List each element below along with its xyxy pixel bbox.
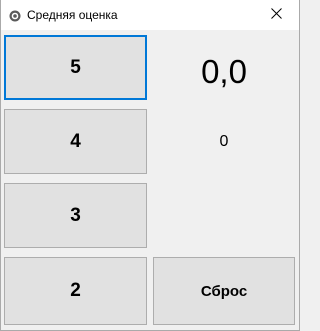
title-bar[interactable]: Средняя оценка [1,0,299,30]
grade-2-button[interactable]: 2 [4,257,147,325]
close-icon [270,6,282,24]
grade-4-button[interactable]: 4 [4,109,147,174]
reset-button[interactable]: Сброс [153,257,295,325]
grade-5-button[interactable]: 5 [4,35,147,100]
grade-count: 0 [219,133,229,150]
window-title: Средняя оценка [27,8,118,22]
grade-3-button[interactable]: 3 [4,183,147,248]
app-window: Средняя оценка 5 4 3 2 0,0 0 Сброс [0,0,300,331]
close-button[interactable] [253,0,299,30]
average-value: 0,0 [201,53,247,90]
app-icon [9,9,21,22]
